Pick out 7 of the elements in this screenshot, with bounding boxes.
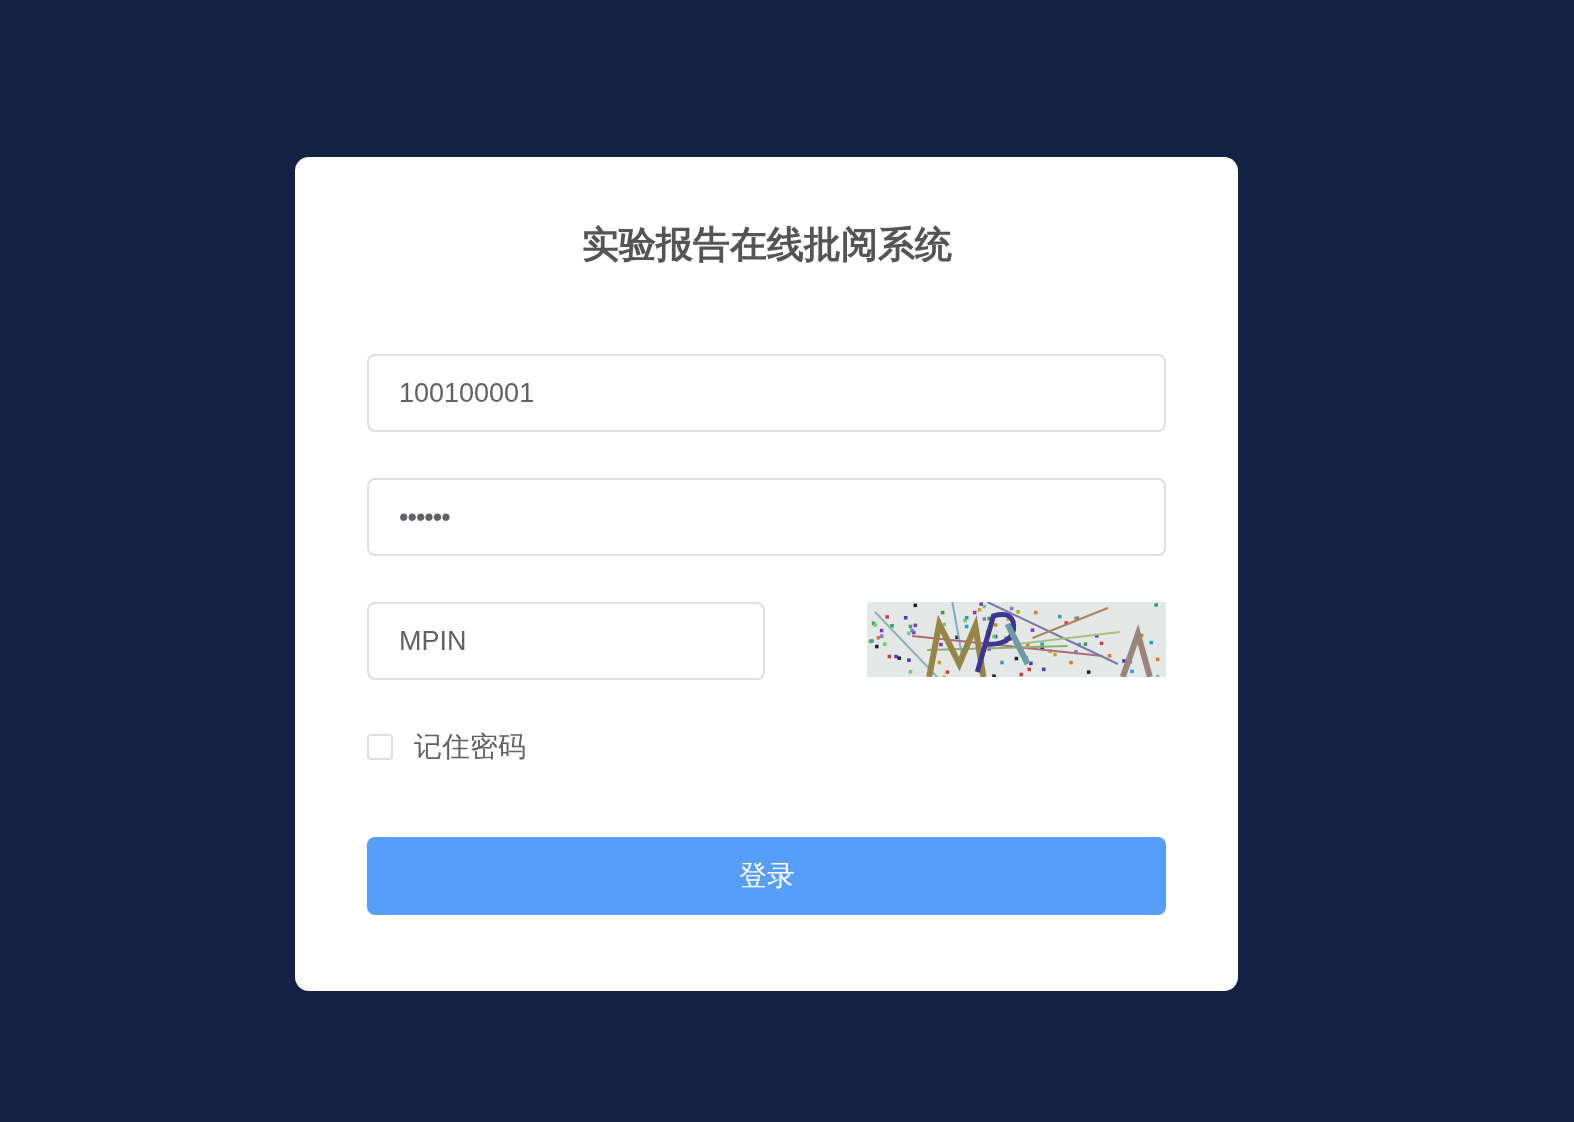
system-title: 实验报告在线批阅系统 xyxy=(580,223,953,267)
password-field[interactable]: •••••• xyxy=(367,478,1166,556)
remember-password-label[interactable]: 记住密码 xyxy=(414,733,526,761)
checkbox[interactable] xyxy=(367,734,393,760)
username-field[interactable]: 100100001 xyxy=(367,354,1166,432)
captcha-image[interactable] xyxy=(867,602,1166,677)
captcha-field[interactable]: MPIN xyxy=(367,602,765,680)
